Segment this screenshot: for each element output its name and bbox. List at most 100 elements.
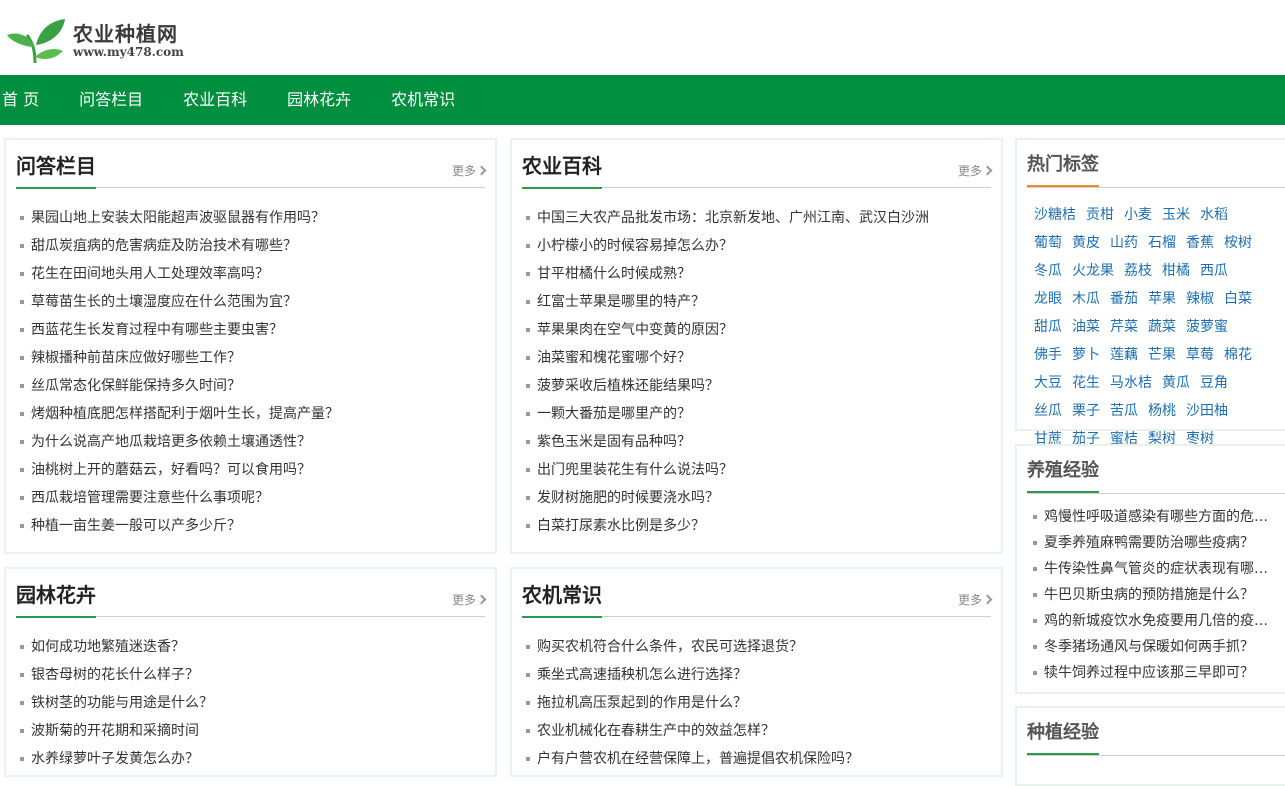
list-item[interactable]: 西瓜栽培管理需要注意些什么事项呢？ (20, 484, 487, 512)
list-item[interactable]: 甘平柑橘什么时候成熟？ (526, 260, 993, 288)
list-item[interactable]: 冬季猪场通风与保暖如何两手抓？ (1033, 634, 1280, 660)
list-item[interactable]: 拖拉机高压泵起到的作用是什么？ (526, 689, 993, 717)
list-item[interactable]: 小柠檬小的时候容易掉怎么办？ (526, 232, 993, 260)
tag-link[interactable]: 甜瓜 (1034, 313, 1062, 341)
list-item[interactable]: 夏季养殖麻鸭需要防治哪些疫病？ (1033, 530, 1280, 556)
list-item-link[interactable]: 鸡慢性呼吸道感染有哪些方面的危害？ (1044, 504, 1272, 530)
tag-link[interactable]: 贡柑 (1086, 201, 1114, 229)
list-item[interactable]: 牛传染性鼻气管炎的症状表现有哪些？ (1033, 556, 1280, 582)
list-item[interactable]: 油桃树上开的蘑菇云，好看吗？可以食用吗？ (20, 456, 487, 484)
list-item-link[interactable]: 户有户营农机在经营保障上，普遍提倡农机保险吗？ (537, 745, 859, 773)
list-item-link[interactable]: 菠萝采收后植株还能结果吗？ (537, 372, 719, 400)
list-item-link[interactable]: 波斯菊的开花期和采摘时间 (31, 717, 199, 745)
list-item-link[interactable]: 西瓜栽培管理需要注意些什么事项呢？ (31, 484, 269, 512)
nav-qa[interactable]: 问答栏目 (79, 75, 143, 125)
more-link[interactable]: 更多 (958, 591, 993, 608)
tag-link[interactable]: 杨桃 (1148, 397, 1176, 425)
list-item[interactable]: 草莓苗生长的土壤湿度应在什么范围为宜？ (20, 288, 487, 316)
list-item-link[interactable]: 铁树茎的功能与用途是什么？ (31, 689, 213, 717)
tag-link[interactable]: 辣椒 (1186, 285, 1214, 313)
list-item[interactable]: 果园山地上安装太阳能超声波驱鼠器有作用吗？ (20, 204, 487, 232)
list-item[interactable]: 农业机械化在春耕生产中的效益怎样？ (526, 717, 993, 745)
list-item[interactable]: 丝瓜常态化保鲜能保持多久时间？ (20, 372, 487, 400)
list-item[interactable]: 鸡的新城疫饮水免疫要用几倍的疫苗量？ (1033, 608, 1280, 634)
list-item-link[interactable]: 紫色玉米是固有品种吗？ (537, 428, 691, 456)
tag-link[interactable]: 小麦 (1124, 201, 1152, 229)
tag-link[interactable]: 黄瓜 (1162, 369, 1190, 397)
site-logo[interactable]: 农业种植网 www.my478.com (5, 16, 195, 66)
tag-link[interactable]: 山药 (1110, 229, 1138, 257)
list-item-link[interactable]: 为什么说高产地瓜栽培更多依赖土壤通透性？ (31, 428, 311, 456)
list-item-link[interactable]: 丝瓜常态化保鲜能保持多久时间？ (31, 372, 241, 400)
list-item[interactable]: 出门兜里装花生有什么说法吗？ (526, 456, 993, 484)
nav-home[interactable]: 首 页 (2, 75, 39, 125)
list-item[interactable]: 白菜打尿素水比例是多少？ (526, 512, 993, 540)
tag-link[interactable]: 大豆 (1034, 369, 1062, 397)
list-item[interactable]: 铁树茎的功能与用途是什么？ (20, 689, 487, 717)
list-item[interactable]: 银杏母树的花长什么样子？ (20, 661, 487, 689)
tag-link[interactable]: 石榴 (1148, 229, 1176, 257)
list-item[interactable]: 水养绿萝叶子发黄怎么办？ (20, 745, 487, 773)
tag-link[interactable]: 西瓜 (1200, 257, 1228, 285)
list-item[interactable]: 花生在田间地头用人工处理效率高吗？ (20, 260, 487, 288)
tag-link[interactable]: 蔬菜 (1148, 313, 1176, 341)
more-link[interactable]: 更多 (452, 591, 487, 608)
list-item[interactable]: 波斯菊的开花期和采摘时间 (20, 717, 487, 745)
list-item-link[interactable]: 鸡的新城疫饮水免疫要用几倍的疫苗量？ (1044, 608, 1272, 634)
list-item-link[interactable]: 花生在田间地头用人工处理效率高吗？ (31, 260, 269, 288)
list-item[interactable]: 辣椒播种前苗床应做好哪些工作？ (20, 344, 487, 372)
tag-link[interactable]: 玉米 (1162, 201, 1190, 229)
tag-link[interactable]: 苦瓜 (1110, 397, 1138, 425)
list-item-link[interactable]: 辣椒播种前苗床应做好哪些工作？ (31, 344, 241, 372)
tag-link[interactable]: 冬瓜 (1034, 257, 1062, 285)
list-item[interactable]: 紫色玉米是固有品种吗？ (526, 428, 993, 456)
list-item-link[interactable]: 油菜蜜和槐花蜜哪个好？ (537, 344, 691, 372)
list-item-link[interactable]: 甜瓜炭疽病的危害病症及防治技术有哪些？ (31, 232, 297, 260)
tag-link[interactable]: 沙田柚 (1186, 397, 1228, 425)
tag-link[interactable]: 马水桔 (1110, 369, 1152, 397)
list-item-link[interactable]: 西蓝花生长发育过程中有哪些主要虫害？ (31, 316, 283, 344)
list-item[interactable]: 乘坐式高速插秧机怎么进行选择？ (526, 661, 993, 689)
tag-link[interactable]: 龙眼 (1034, 285, 1062, 313)
list-item-link[interactable]: 出门兜里装花生有什么说法吗？ (537, 456, 733, 484)
tag-link[interactable]: 火龙果 (1072, 257, 1114, 285)
list-item-link[interactable]: 烤烟种植底肥怎样搭配利于烟叶生长，提高产量？ (31, 400, 339, 428)
tag-link[interactable]: 莲藕 (1110, 341, 1138, 369)
list-item[interactable]: 为什么说高产地瓜栽培更多依赖土壤通透性？ (20, 428, 487, 456)
tag-link[interactable]: 荔枝 (1124, 257, 1152, 285)
tag-link[interactable]: 棉花 (1224, 341, 1252, 369)
list-item-link[interactable]: 甘平柑橘什么时候成熟？ (537, 260, 691, 288)
list-item-link[interactable]: 银杏母树的花长什么样子？ (31, 661, 199, 689)
tag-link[interactable]: 苹果 (1148, 285, 1176, 313)
list-item[interactable]: 烤烟种植底肥怎样搭配利于烟叶生长，提高产量？ (20, 400, 487, 428)
tag-link[interactable]: 番茄 (1110, 285, 1138, 313)
list-item-link[interactable]: 小柠檬小的时候容易掉怎么办？ (537, 232, 733, 260)
tag-link[interactable]: 桉树 (1224, 229, 1252, 257)
tag-link[interactable]: 花生 (1072, 369, 1100, 397)
list-item[interactable]: 鸡慢性呼吸道感染有哪些方面的危害？ (1033, 504, 1280, 530)
list-item-link[interactable]: 乘坐式高速插秧机怎么进行选择？ (537, 661, 747, 689)
list-item-link[interactable]: 夏季养殖麻鸭需要防治哪些疫病？ (1044, 530, 1254, 556)
list-item[interactable]: 甜瓜炭疽病的危害病症及防治技术有哪些？ (20, 232, 487, 260)
list-item-link[interactable]: 冬季猪场通风与保暖如何两手抓？ (1044, 634, 1254, 660)
list-item-link[interactable]: 犊牛饲养过程中应该那三早即可？ (1044, 660, 1254, 686)
tag-link[interactable]: 白菜 (1224, 285, 1252, 313)
list-item-link[interactable]: 红富士苹果是哪里的特产？ (537, 288, 705, 316)
list-item[interactable]: 油菜蜜和槐花蜜哪个好？ (526, 344, 993, 372)
list-item-link[interactable]: 种植一亩生姜一般可以产多少斤？ (31, 512, 241, 540)
tag-link[interactable]: 菠萝蜜 (1186, 313, 1228, 341)
list-item[interactable]: 红富士苹果是哪里的特产？ (526, 288, 993, 316)
nav-garden[interactable]: 园林花卉 (287, 75, 351, 125)
list-item-link[interactable]: 水养绿萝叶子发黄怎么办？ (31, 745, 199, 773)
list-item[interactable]: 一颗大番茄是哪里产的？ (526, 400, 993, 428)
list-item[interactable]: 中国三大农产品批发市场：北京新发地、广州江南、武汉白沙洲 (526, 204, 993, 232)
nav-machine[interactable]: 农机常识 (391, 75, 455, 125)
list-item[interactable]: 苹果果肉在空气中变黄的原因？ (526, 316, 993, 344)
list-item-link[interactable]: 农业机械化在春耕生产中的效益怎样？ (537, 717, 775, 745)
tag-link[interactable]: 栗子 (1072, 397, 1100, 425)
list-item-link[interactable]: 苹果果肉在空气中变黄的原因？ (537, 316, 733, 344)
list-item-link[interactable]: 发财树施肥的时候要浇水吗？ (537, 484, 719, 512)
tag-link[interactable]: 萝卜 (1072, 341, 1100, 369)
tag-link[interactable]: 黄皮 (1072, 229, 1100, 257)
list-item[interactable]: 户有户营农机在经营保障上，普遍提倡农机保险吗？ (526, 745, 993, 773)
